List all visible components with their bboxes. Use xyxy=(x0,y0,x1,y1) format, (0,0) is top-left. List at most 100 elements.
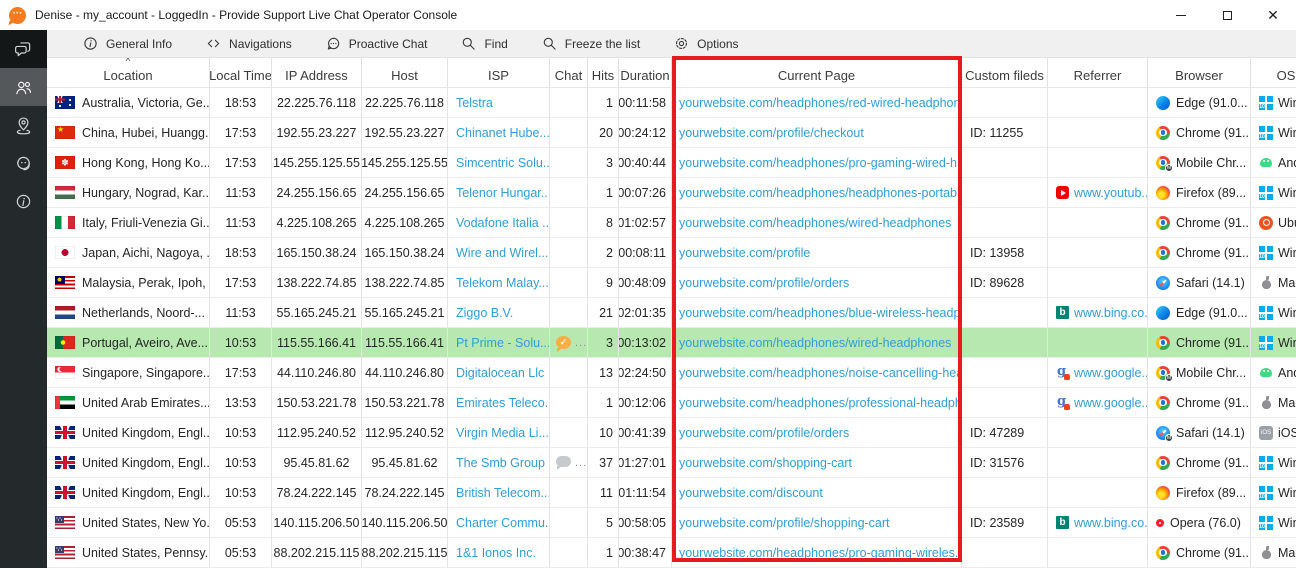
current-page-link[interactable]: yourwebsite.com/headphones/headphones-po… xyxy=(679,186,961,200)
table-row[interactable]: Hungary, Nograd, Kar... 11:53 24.255.156… xyxy=(47,178,1296,208)
current-page-link[interactable]: yourwebsite.com/headphones/pro-gaming-wi… xyxy=(679,156,961,170)
table-row[interactable]: Singapore, Singapore... 17:53 44.110.246… xyxy=(47,358,1296,388)
isp-link[interactable]: Charter Commu... xyxy=(456,516,549,530)
table-row[interactable]: Japan, Aichi, Nagoya, ... 18:53 165.150.… xyxy=(47,238,1296,268)
isp-link[interactable]: Virgin Media Li... xyxy=(456,426,549,440)
current-page-link[interactable]: yourwebsite.com/headphones/pro-gaming-wi… xyxy=(679,546,961,560)
current-page-link[interactable]: yourwebsite.com/headphones/wired-headpho… xyxy=(679,336,951,350)
navigations-button[interactable]: Navigations xyxy=(206,36,292,51)
duration-cell: 00:48:09 xyxy=(619,268,672,298)
current-page-link[interactable]: yourwebsite.com/profile xyxy=(679,246,810,260)
browser-cell: M Mobile Chr... xyxy=(1148,358,1251,388)
browser-label: Chrome (91... xyxy=(1176,216,1251,230)
close-button[interactable]: ✕ xyxy=(1250,0,1296,30)
current-page-link[interactable]: yourwebsite.com/headphones/professional-… xyxy=(679,396,961,410)
browser-icon: M xyxy=(1156,156,1170,170)
referrer-link[interactable]: www.bing.co... xyxy=(1074,306,1147,320)
column-header-custom-fields[interactable]: Custom fileds xyxy=(962,58,1048,88)
current-page-cell: yourwebsite.com/profile xyxy=(672,238,962,268)
referrer-link[interactable]: www.youtub... xyxy=(1074,186,1147,200)
current-page-link[interactable]: yourwebsite.com/headphones/wired-headpho… xyxy=(679,216,951,230)
sidebar-item-map[interactable] xyxy=(0,106,47,144)
table-row[interactable]: United Kingdom, Engl... 10:53 112.95.240… xyxy=(47,418,1296,448)
maximize-button[interactable] xyxy=(1204,0,1250,30)
column-header-duration[interactable]: Duration xyxy=(619,58,672,88)
local-time-cell: 17:53 xyxy=(210,358,272,388)
location-text: Singapore, Singapore... xyxy=(82,366,210,380)
isp-link[interactable]: Digitalocean Llc xyxy=(456,366,544,380)
table-row[interactable]: United Kingdom, Engl... 10:53 78.24.222.… xyxy=(47,478,1296,508)
current-page-link[interactable]: yourwebsite.com/profile/orders xyxy=(679,276,849,290)
column-header-host[interactable]: Host xyxy=(362,58,448,88)
local-time-cell: 05:53 xyxy=(210,538,272,568)
table-row[interactable]: Malaysia, Perak, Ipoh, ... 17:53 138.222… xyxy=(47,268,1296,298)
column-header-location[interactable]: ^ Location xyxy=(47,58,210,88)
browser-cell: M Opera (76.0) xyxy=(1148,508,1251,538)
isp-link[interactable]: Telekom Malay... xyxy=(456,276,549,290)
referrer-site-icon xyxy=(1056,396,1069,409)
referrer-link[interactable]: www.google... xyxy=(1074,366,1147,380)
isp-link[interactable]: 1&1 Ionos Inc. xyxy=(456,546,536,560)
column-header-ip-address[interactable]: IP Address xyxy=(272,58,362,88)
hits-cell: 10 xyxy=(588,418,619,448)
current-page-link[interactable]: yourwebsite.com/profile/checkout xyxy=(679,126,864,140)
sidebar-item-info[interactable] xyxy=(0,182,47,220)
table-row[interactable]: United States, New Yo... 05:53 140.115.2… xyxy=(47,508,1296,538)
host-cell: 78.24.222.145 xyxy=(362,478,448,508)
os-label: Win xyxy=(1278,456,1296,470)
location-text: Portugal, Aveiro, Ave... xyxy=(82,336,208,350)
table-row[interactable]: United States, Pennsy... 05:53 88.202.21… xyxy=(47,538,1296,568)
current-page-link[interactable]: yourwebsite.com/shopping-cart xyxy=(679,456,852,470)
table-row[interactable]: United Arab Emirates... 13:53 150.53.221… xyxy=(47,388,1296,418)
host-cell: 4.225.108.265 xyxy=(362,208,448,238)
custom-field-cell xyxy=(962,208,1048,238)
current-page-link[interactable]: yourwebsite.com/headphones/noise-cancell… xyxy=(679,366,961,380)
table-row[interactable]: Portugal, Aveiro, Ave... 10:53 115.55.16… xyxy=(47,328,1296,358)
current-page-link[interactable]: yourwebsite.com/headphones/red-wired-hea… xyxy=(679,96,961,110)
column-header-local-time[interactable]: Local Time xyxy=(210,58,272,88)
current-page-link[interactable]: yourwebsite.com/profile/shopping-cart xyxy=(679,516,890,530)
isp-link[interactable]: The Smb Group xyxy=(456,456,545,470)
table-row[interactable]: Australia, Victoria, Ge... 18:53 22.225.… xyxy=(47,88,1296,118)
table-row[interactable]: China, Hubei, Huangg... 17:53 192.55.23.… xyxy=(47,118,1296,148)
current-page-link[interactable]: yourwebsite.com/headphones/blue-wireless… xyxy=(679,306,961,320)
column-header-isp[interactable]: ISP xyxy=(448,58,550,88)
local-time-cell: 17:53 xyxy=(210,148,272,178)
location-text: Malaysia, Perak, Ipoh, ... xyxy=(82,276,210,290)
current-page-link[interactable]: yourwebsite.com/discount xyxy=(679,486,823,500)
column-header-os[interactable]: OS xyxy=(1251,58,1296,88)
isp-link[interactable]: Ziggo B.V. xyxy=(456,306,513,320)
sidebar-item-operators[interactable] xyxy=(0,144,47,182)
isp-link[interactable]: Wire and Wirel... xyxy=(456,246,548,260)
minimize-button[interactable] xyxy=(1158,0,1204,30)
table-row[interactable]: Hong Kong, Hong Ko... 17:53 145.255.125.… xyxy=(47,148,1296,178)
find-button[interactable]: Find xyxy=(461,36,507,51)
table-row[interactable]: Italy, Friuli-Venezia Gi... 11:53 4.225.… xyxy=(47,208,1296,238)
isp-link[interactable]: British Telecom... xyxy=(456,486,549,500)
referrer-link[interactable]: www.bing.co... xyxy=(1074,516,1147,530)
referrer-link[interactable]: www.google... xyxy=(1074,396,1147,410)
table-row[interactable]: Netherlands, Noord-... 11:53 55.165.245.… xyxy=(47,298,1296,328)
general-info-button[interactable]: General Info xyxy=(83,36,172,51)
freeze-list-button[interactable]: Freeze the list xyxy=(542,36,640,51)
isp-link[interactable]: Emirates Teleco... xyxy=(456,396,549,410)
isp-link[interactable]: Simcentric Solu... xyxy=(456,156,549,170)
isp-link[interactable]: Telstra xyxy=(456,96,493,110)
isp-link[interactable]: Chinanet Hube... xyxy=(456,126,549,140)
country-flag-icon xyxy=(55,456,75,469)
sidebar-item-chats[interactable] xyxy=(0,30,47,68)
options-button[interactable]: Options xyxy=(674,36,738,51)
proactive-chat-button[interactable]: Proactive Chat xyxy=(326,36,428,51)
column-header-chat[interactable]: Chat xyxy=(550,58,588,88)
column-header-browser[interactable]: Browser xyxy=(1148,58,1251,88)
column-header-referrer[interactable]: Referrer xyxy=(1048,58,1148,88)
isp-link[interactable]: Vodafone Italia ... xyxy=(456,216,549,230)
isp-link[interactable]: Telenor Hungar... xyxy=(456,186,549,200)
browser-label: Opera (76.0) xyxy=(1170,516,1241,530)
isp-link[interactable]: Pt Prime - Solu... xyxy=(456,336,549,350)
column-header-current-page[interactable]: Current Page xyxy=(672,58,962,88)
table-row[interactable]: United Kingdom, Engl... 10:53 95.45.81.6… xyxy=(47,448,1296,478)
column-header-hits[interactable]: Hits xyxy=(588,58,619,88)
sidebar-item-visitors[interactable] xyxy=(0,68,47,106)
current-page-link[interactable]: yourwebsite.com/profile/orders xyxy=(679,426,849,440)
